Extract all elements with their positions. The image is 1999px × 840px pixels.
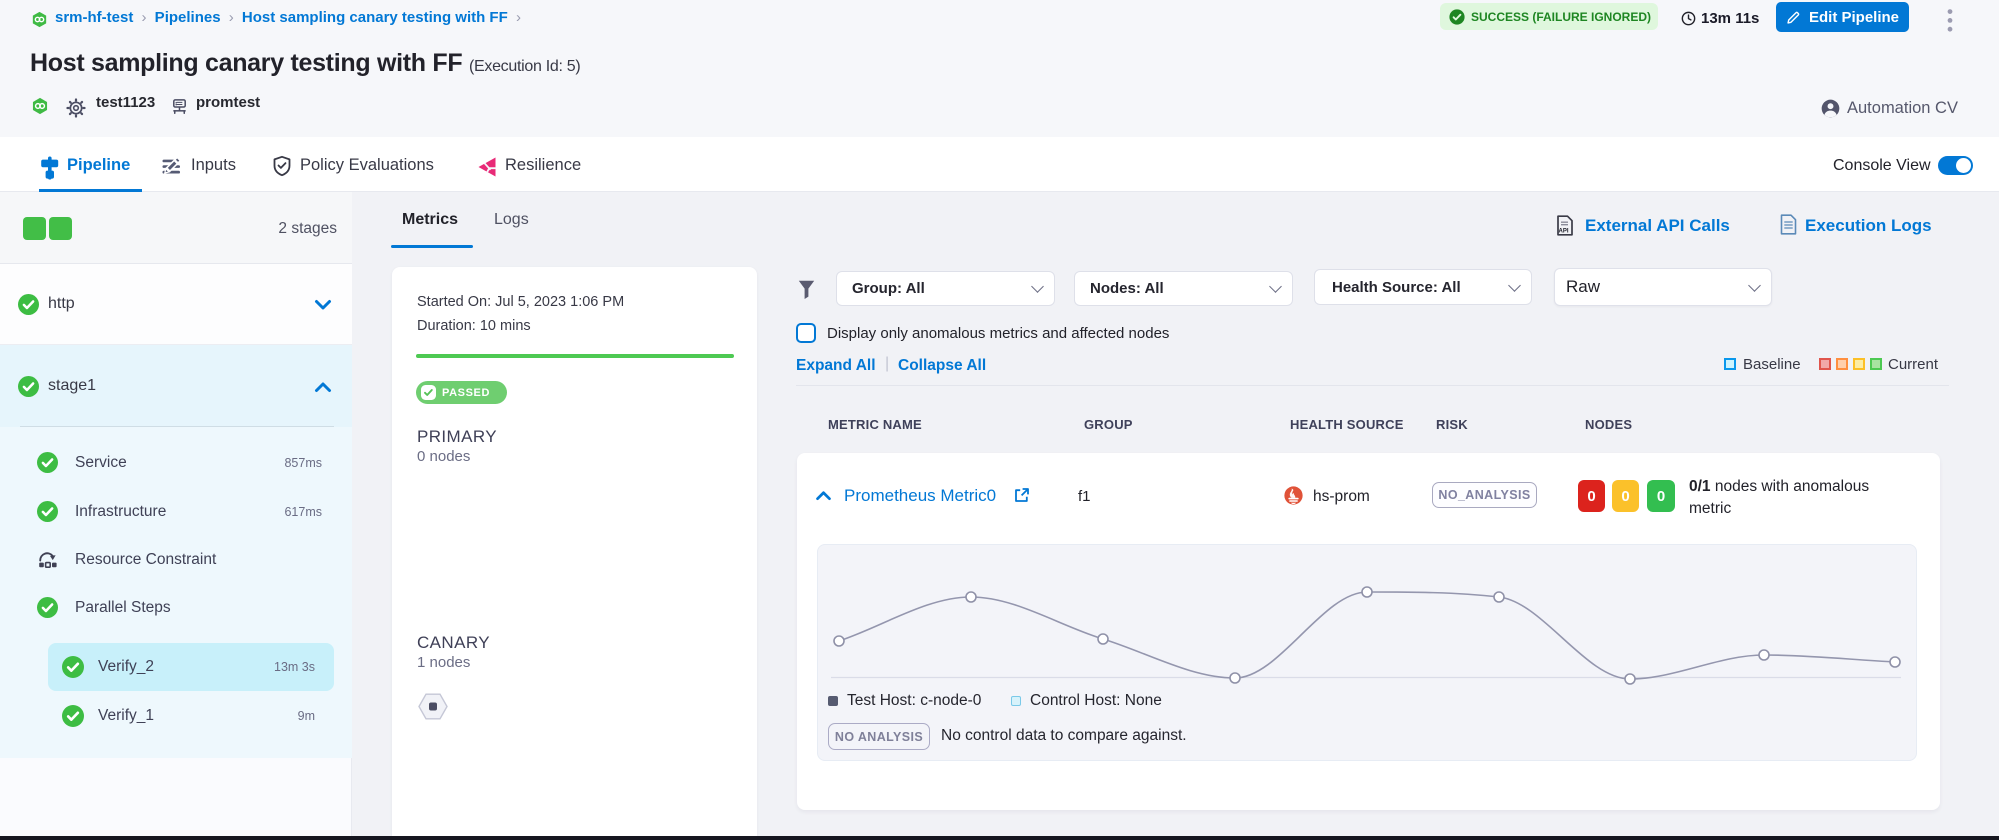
svg-text:API: API <box>1559 229 1569 235</box>
